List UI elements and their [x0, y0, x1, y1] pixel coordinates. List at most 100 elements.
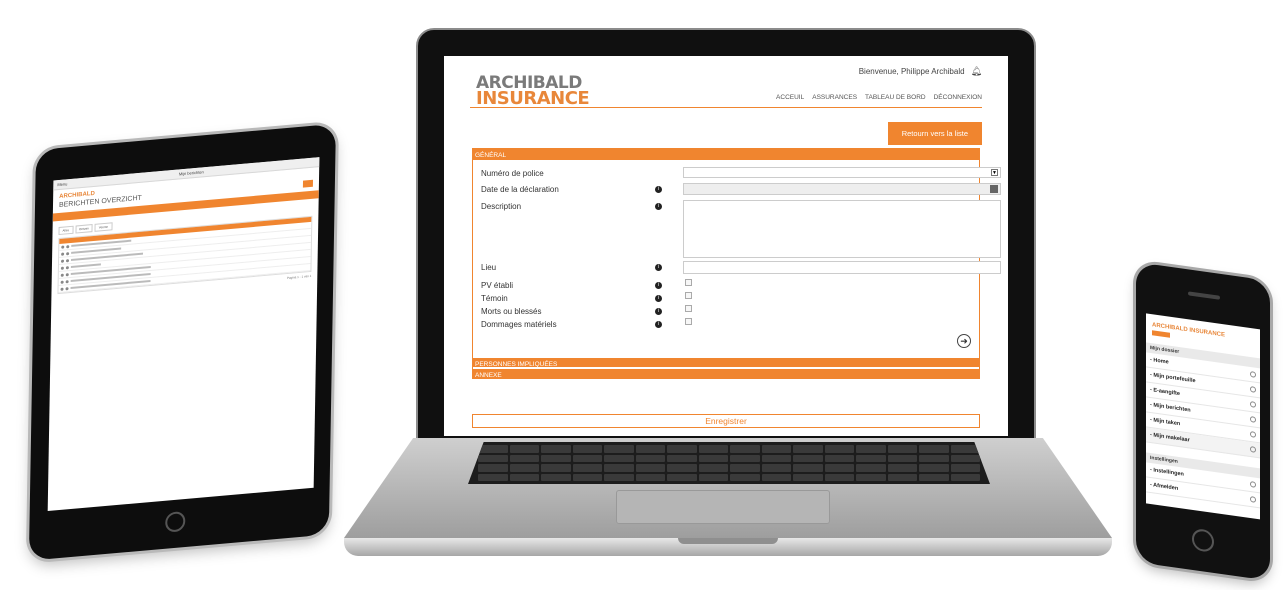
info-icon: i [655, 295, 662, 302]
keyboard-key [572, 464, 602, 472]
keyboard-key [698, 454, 728, 462]
keyboard-key [509, 473, 539, 481]
keyboard-key [824, 454, 854, 462]
keyboard-key [478, 445, 508, 453]
tablet-menu-button[interactable]: Menu [57, 181, 67, 187]
chevron-down-icon: ▼ [991, 169, 998, 176]
phone-device: ARCHIBALD INSURANCE Mijn dossier - Home … [1136, 262, 1270, 581]
laptop-keyboard [468, 442, 990, 484]
keyboard-key [730, 464, 760, 472]
back-to-list-button[interactable]: Retourn vers la liste [887, 122, 982, 145]
info-icon: i [655, 186, 662, 193]
declaration-date-field[interactable] [683, 183, 1001, 195]
keyboard-key [604, 445, 634, 453]
tablet-tab-sent[interactable]: Verzon [94, 222, 113, 232]
keyboard-key [950, 445, 980, 453]
section-general[interactable]: GÉNÉRAL [473, 149, 979, 160]
policy-number-label: Numéro de police [481, 169, 544, 178]
tablet-tab-received[interactable]: Ontvan [74, 224, 93, 234]
next-arrow-icon[interactable]: ➜ [957, 334, 971, 348]
keyboard-key [887, 445, 917, 453]
keyboard-key [635, 445, 665, 453]
location-input[interactable] [683, 261, 1001, 274]
keyboard-key [887, 464, 917, 472]
keyboard-key [572, 445, 602, 453]
tablet-action-button[interactable] [302, 179, 314, 188]
laptop-screen: ARCHIBALD INSURANCE Bienvenue, Philippe … [444, 56, 1008, 436]
pv-checkbox[interactable] [685, 279, 692, 286]
damage-checkbox[interactable] [685, 318, 692, 325]
witness-label: Témoin [481, 294, 508, 303]
keyboard-key [667, 464, 697, 472]
witness-checkbox[interactable] [685, 292, 692, 299]
keyboard-key [950, 473, 980, 481]
save-button[interactable]: Enregistrer [472, 414, 980, 428]
location-label: Lieu [481, 263, 497, 272]
casualties-label: Morts ou blessés [481, 307, 542, 316]
phone-home-button [1192, 527, 1214, 553]
keyboard-key [541, 464, 571, 472]
laptop-base [344, 438, 1112, 560]
keyboard-key [761, 473, 791, 481]
archibald-logo[interactable]: ARCHIBALD INSURANCE [476, 75, 590, 108]
keyboard-key [667, 445, 697, 453]
keyboard-key [793, 464, 823, 472]
keyboard-key [478, 473, 508, 481]
keyboard-key [761, 445, 791, 453]
keyboard-key [919, 445, 949, 453]
keyboard-key [509, 445, 539, 453]
header-divider [470, 107, 982, 108]
keyboard-key [856, 473, 886, 481]
keyboard-key [635, 464, 665, 472]
keyboard-key [887, 473, 917, 481]
description-textarea[interactable] [683, 200, 1001, 258]
keyboard-key [635, 473, 665, 481]
laptop-trackpad [616, 490, 830, 524]
laptop-notch [678, 538, 778, 544]
claim-form: GÉNÉRAL Numéro de police ▼ Date de la dé… [472, 148, 1001, 379]
casualties-checkbox[interactable] [685, 305, 692, 312]
section-annex[interactable]: ANNEXE [473, 367, 979, 379]
keyboard-key [478, 454, 508, 462]
tablet-screen: Menu Mijn berichten ARCHIBALD BERICHTEN … [47, 157, 320, 512]
keyboard-key [698, 473, 728, 481]
chevron-right-icon [1250, 386, 1256, 393]
bell-icon[interactable]: 🔔︎ [971, 66, 982, 77]
pv-label: PV établi [481, 281, 514, 290]
device-mockup-scene: Menu Mijn berichten ARCHIBALD BERICHTEN … [0, 0, 1286, 590]
keyboard-key [572, 473, 602, 481]
chevron-right-icon [1250, 446, 1256, 453]
keyboard-key [761, 454, 791, 462]
description-label: Description [481, 202, 522, 211]
keyboard-key [667, 473, 697, 481]
chevron-right-icon [1250, 401, 1256, 408]
keyboard-key [793, 473, 823, 481]
info-icon: i [655, 321, 662, 328]
keyboard-key [541, 454, 571, 462]
keyboard-key [856, 454, 886, 462]
main-nav: ACCEUIL ASSURANCES TABLEAU DE BORD DÉCON… [776, 94, 982, 101]
keyboard-key [604, 473, 634, 481]
keyboard-key [541, 445, 571, 453]
keyboard-key [919, 473, 949, 481]
keyboard-key [730, 445, 760, 453]
nav-item-accueil[interactable]: ACCEUIL [776, 94, 804, 101]
keyboard-key [698, 464, 728, 472]
keyboard-key [478, 464, 508, 472]
app-header: ARCHIBALD INSURANCE Bienvenue, Philippe … [444, 56, 1008, 118]
keyboard-key [950, 454, 980, 462]
welcome-text: Bienvenue, Philippe Archibald 🔔︎ [858, 66, 982, 77]
keyboard-key [793, 445, 823, 453]
keyboard-key [604, 454, 634, 462]
policy-number-select[interactable]: ▼ [683, 167, 1001, 178]
calendar-icon[interactable] [990, 185, 998, 193]
keyboard-key [856, 445, 886, 453]
tablet-tab-all[interactable]: Alles [58, 225, 74, 236]
keyboard-key [919, 464, 949, 472]
keyboard-key [824, 473, 854, 481]
nav-item-logout[interactable]: DÉCONNEXION [934, 94, 982, 101]
tablet-home-button [165, 510, 186, 533]
nav-item-dashboard[interactable]: TABLEAU DE BORD [865, 94, 926, 101]
nav-item-assurances[interactable]: ASSURANCES [812, 94, 857, 101]
section-people[interactable]: PERSONNES IMPLIQUÉES [473, 356, 979, 368]
